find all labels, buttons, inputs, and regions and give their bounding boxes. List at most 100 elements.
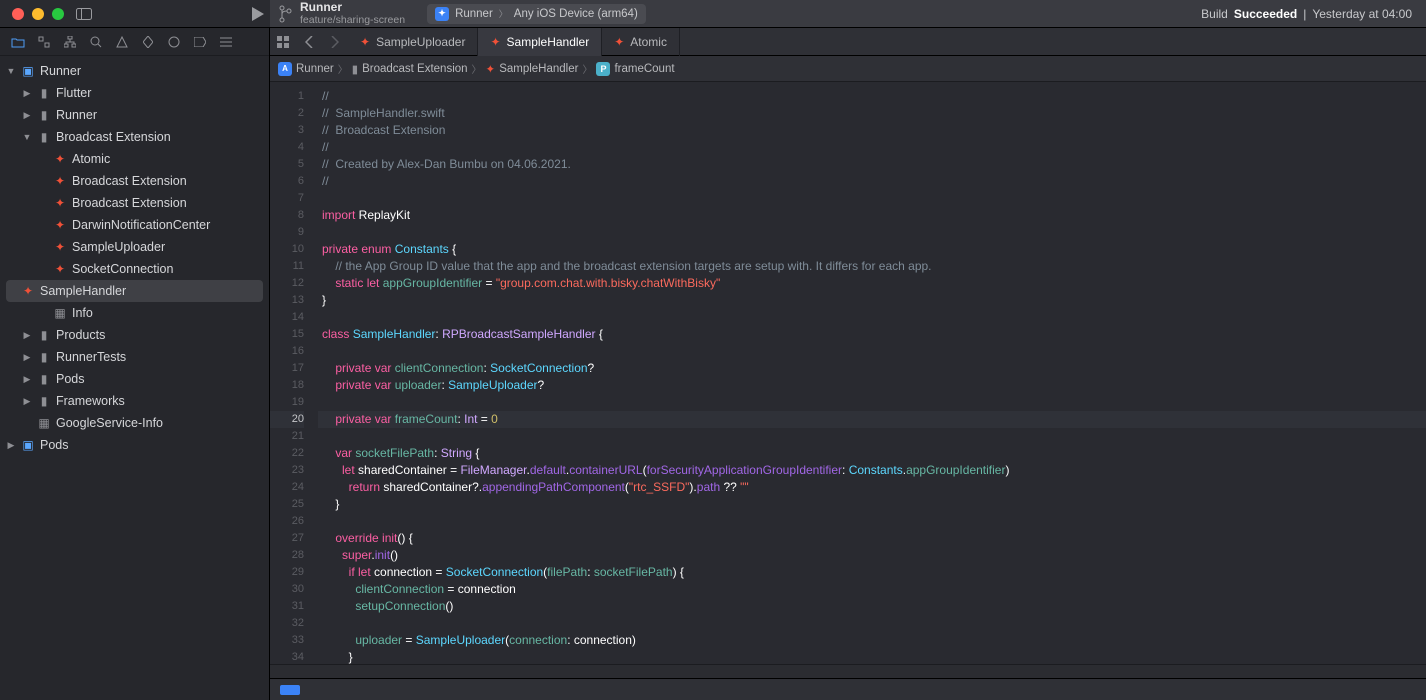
code-line[interactable]: class SampleHandler: RPBroadcastSampleHa… (318, 326, 1426, 343)
toggle-left-panel-button[interactable] (72, 2, 96, 26)
tree-node[interactable]: ✦Atomic (0, 148, 269, 170)
debug-bar[interactable] (270, 678, 1426, 700)
code-line[interactable] (318, 615, 1426, 632)
code-line[interactable] (318, 513, 1426, 530)
editor-tab[interactable]: ✦SampleHandler (478, 28, 602, 56)
tree-node[interactable]: ✦SampleHandler (6, 280, 263, 302)
line-number[interactable]: 27 (270, 530, 304, 547)
line-number[interactable]: 13 (270, 292, 304, 309)
line-number[interactable]: 20 (270, 411, 304, 428)
code-line[interactable]: private enum Constants { (318, 241, 1426, 258)
horizontal-scrollbar[interactable] (270, 664, 1426, 678)
disclosure-triangle-icon[interactable]: ▶ (22, 374, 32, 385)
code-line[interactable]: setupConnection() (318, 598, 1426, 615)
build-status[interactable]: Build Succeeded | Yesterday at 04:00 (1201, 7, 1426, 21)
code-line[interactable] (318, 428, 1426, 445)
code-line[interactable]: uploader = SampleUploader(connection: co… (318, 632, 1426, 649)
line-number[interactable]: 26 (270, 513, 304, 530)
minimize-window-button[interactable] (32, 8, 44, 20)
line-number[interactable]: 33 (270, 632, 304, 649)
line-number[interactable]: 31 (270, 598, 304, 615)
code-line[interactable]: // (318, 173, 1426, 190)
tree-node[interactable]: ▼▣Runner (0, 60, 269, 82)
code-line[interactable] (318, 190, 1426, 207)
code-line[interactable]: } (318, 496, 1426, 513)
disclosure-triangle-icon[interactable]: ▼ (6, 66, 16, 76)
code-line[interactable]: clientConnection = connection (318, 581, 1426, 598)
line-number[interactable]: 19 (270, 394, 304, 411)
line-number[interactable]: 21 (270, 428, 304, 445)
line-number[interactable]: 16 (270, 343, 304, 360)
tree-node[interactable]: ▶▮Flutter (0, 82, 269, 104)
find-navigator-tab[interactable] (88, 34, 104, 50)
line-number[interactable]: 2 (270, 105, 304, 122)
code-line[interactable]: // SampleHandler.swift (318, 105, 1426, 122)
jump-bar[interactable]: ARunner 〉 ▮Broadcast Extension 〉 ✦Sample… (270, 56, 1426, 82)
line-number[interactable]: 9 (270, 224, 304, 241)
line-number[interactable]: 25 (270, 496, 304, 513)
line-number[interactable]: 10 (270, 241, 304, 258)
line-number[interactable]: 30 (270, 581, 304, 598)
tree-node[interactable]: ✦SocketConnection (0, 258, 269, 280)
code-line[interactable] (318, 343, 1426, 360)
line-number[interactable]: 14 (270, 309, 304, 326)
code-editor[interactable]: 1234567891011121314151617181920212223242… (270, 82, 1426, 664)
tree-node[interactable]: ✦Broadcast Extension (0, 192, 269, 214)
report-navigator-tab[interactable] (218, 34, 234, 50)
line-number[interactable]: 3 (270, 122, 304, 139)
disclosure-triangle-icon[interactable]: ▶ (22, 352, 32, 363)
line-number[interactable]: 32 (270, 615, 304, 632)
editor-tab[interactable]: ✦SampleUploader (348, 28, 478, 56)
disclosure-triangle-icon[interactable]: ▶ (22, 88, 32, 99)
line-number[interactable]: 17 (270, 360, 304, 377)
nav-forward-button[interactable] (322, 29, 348, 55)
project-navigator-tab[interactable] (10, 34, 26, 50)
tree-node[interactable]: ✦DarwinNotificationCenter (0, 214, 269, 236)
line-number[interactable]: 7 (270, 190, 304, 207)
tree-node[interactable]: ▶▮Frameworks (0, 390, 269, 412)
source-control-navigator-tab[interactable] (36, 34, 52, 50)
code-line[interactable] (318, 309, 1426, 326)
editor-tab[interactable]: ✦Atomic (602, 28, 680, 56)
code-line[interactable]: var socketFilePath: String { (318, 445, 1426, 462)
code-line[interactable]: return sharedContainer?.appendingPathCom… (318, 479, 1426, 496)
tree-node[interactable]: ✦Broadcast Extension (0, 170, 269, 192)
line-number[interactable]: 23 (270, 462, 304, 479)
code-line[interactable]: private var frameCount: Int = 0 (318, 411, 1426, 428)
issue-navigator-tab[interactable] (114, 34, 130, 50)
code-line[interactable]: // (318, 139, 1426, 156)
project-title-block[interactable]: Runner feature/sharing-screen (300, 1, 405, 27)
line-number[interactable]: 34 (270, 649, 304, 664)
tree-node[interactable]: ▶▮Products (0, 324, 269, 346)
line-number[interactable]: 4 (270, 139, 304, 156)
jumpbar-symbol[interactable]: PframeCount (596, 62, 674, 76)
line-gutter[interactable]: 1234567891011121314151617181920212223242… (270, 82, 312, 664)
tree-node[interactable]: ▶▮RunnerTests (0, 346, 269, 368)
line-number[interactable]: 22 (270, 445, 304, 462)
code-line[interactable] (318, 394, 1426, 411)
code-line[interactable]: private var clientConnection: SocketConn… (318, 360, 1426, 377)
code-line[interactable]: let sharedContainer = FileManager.defaul… (318, 462, 1426, 479)
tree-node[interactable]: ▶▮Runner (0, 104, 269, 126)
tree-node[interactable]: ▦GoogleService-Info (0, 412, 269, 434)
close-window-button[interactable] (12, 8, 24, 20)
line-number[interactable]: 24 (270, 479, 304, 496)
line-number[interactable]: 6 (270, 173, 304, 190)
zoom-window-button[interactable] (52, 8, 64, 20)
code-line[interactable]: override init() { (318, 530, 1426, 547)
related-items-button[interactable] (270, 29, 296, 55)
line-number[interactable]: 18 (270, 377, 304, 394)
code-line[interactable]: // Broadcast Extension (318, 122, 1426, 139)
symbol-navigator-tab[interactable] (62, 34, 78, 50)
code-line[interactable]: private var uploader: SampleUploader? (318, 377, 1426, 394)
code-line[interactable]: } (318, 292, 1426, 309)
disclosure-triangle-icon[interactable]: ▶ (6, 440, 16, 451)
line-number[interactable]: 29 (270, 564, 304, 581)
code-line[interactable]: import ReplayKit (318, 207, 1426, 224)
line-number[interactable]: 5 (270, 156, 304, 173)
line-number[interactable]: 15 (270, 326, 304, 343)
code-line[interactable]: static let appGroupIdentifier = "group.c… (318, 275, 1426, 292)
debug-navigator-tab[interactable] (166, 34, 182, 50)
line-number[interactable]: 8 (270, 207, 304, 224)
code-line[interactable]: } (318, 649, 1426, 664)
